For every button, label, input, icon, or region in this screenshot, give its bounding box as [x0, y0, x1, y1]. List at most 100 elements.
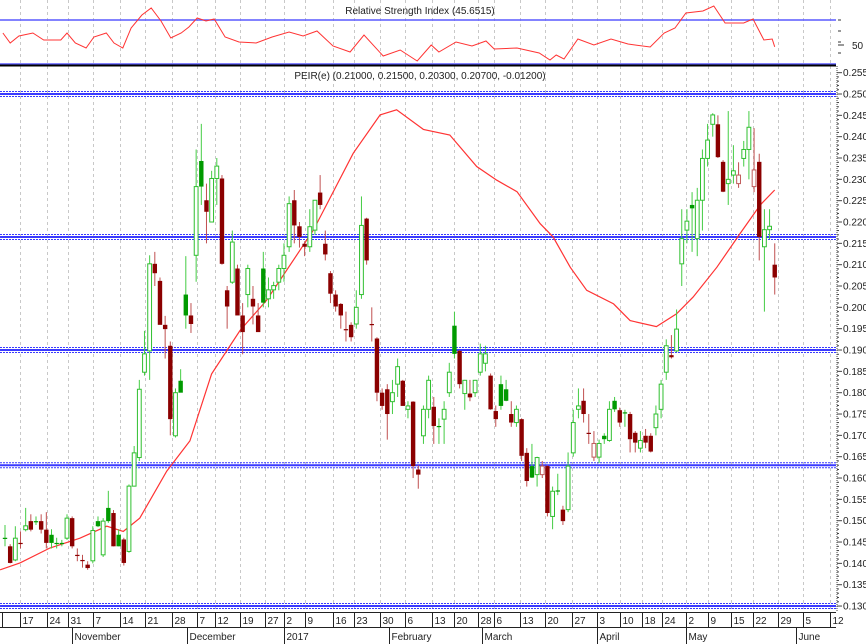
candle-body — [684, 220, 690, 231]
candle-body — [261, 268, 266, 303]
candle — [85, 561, 90, 570]
candle — [472, 379, 478, 397]
candle-body — [297, 226, 302, 237]
date-axis-label: 7 — [200, 616, 206, 627]
candle — [457, 350, 462, 389]
candle-body — [529, 466, 535, 478]
candle — [689, 192, 695, 252]
candle-body — [751, 169, 757, 188]
candle — [261, 251, 266, 308]
candle-body — [534, 457, 540, 476]
candle — [90, 526, 96, 564]
candle — [199, 123, 204, 205]
price-axis-label: 0.200 — [843, 303, 866, 314]
candle — [157, 277, 163, 325]
candle-body — [168, 345, 173, 420]
candle-body — [741, 148, 747, 159]
candle — [545, 465, 550, 517]
candle — [663, 339, 669, 380]
date-axis-label: 23 — [357, 616, 369, 627]
candle — [488, 373, 493, 410]
candle-body — [229, 241, 235, 283]
candle — [59, 539, 65, 547]
candle — [49, 529, 54, 549]
candle — [173, 388, 178, 438]
month-label: March — [485, 632, 513, 643]
date-axis-label: 30 — [383, 616, 395, 627]
candle-body — [323, 243, 328, 255]
candle-body — [483, 353, 488, 364]
candle-body — [633, 432, 638, 443]
candle — [152, 251, 158, 287]
candle — [209, 170, 215, 223]
candle-body — [199, 160, 204, 187]
candle — [369, 307, 374, 342]
candle-body — [106, 507, 111, 522]
candle-body — [663, 345, 669, 373]
candle — [679, 209, 685, 287]
candle — [705, 123, 710, 167]
candle-body — [312, 199, 318, 231]
candle-body — [477, 353, 483, 373]
date-axis-label: 31 — [71, 616, 83, 627]
candle-body — [669, 355, 674, 358]
candle — [617, 407, 622, 427]
candle — [653, 405, 659, 436]
date-axis-label: 14 — [123, 616, 135, 627]
candle-body — [147, 263, 153, 352]
candle-body — [715, 124, 721, 158]
candle — [359, 196, 364, 299]
date-axis-label: 9 — [711, 616, 717, 627]
candle-body — [612, 400, 617, 410]
candle-body — [116, 534, 121, 547]
candle — [106, 490, 111, 523]
candle — [539, 460, 545, 479]
candle — [519, 418, 524, 461]
candle — [28, 514, 34, 532]
candle — [498, 375, 504, 410]
month-label: June — [799, 632, 821, 643]
candle — [126, 484, 132, 553]
candle-body — [514, 408, 519, 424]
candle-body — [193, 186, 199, 256]
candle — [302, 241, 307, 257]
price-axis-label: 0.140 — [843, 559, 866, 570]
date-axis: 17 24 31 7 14 21 28 7 12 19 27 2 9 16 23 30 6 13 20 28 6 13 20… — [0, 612, 844, 644]
candle-body — [343, 329, 349, 331]
price-title: PEIR(e) (0.21000, 0.21500, 0.20300, 0.20… — [294, 71, 545, 82]
candle-body — [503, 389, 509, 401]
date-axis-label: 16 — [336, 616, 348, 627]
candle — [307, 209, 313, 252]
candle-body — [555, 490, 560, 492]
price-axis-label: 0.190 — [843, 346, 866, 357]
candle-body — [602, 435, 607, 440]
candle — [550, 486, 555, 530]
candle-body — [75, 554, 80, 557]
candle — [612, 396, 617, 412]
date-axis-label: 19 — [243, 616, 255, 627]
candle-body — [581, 400, 586, 415]
candle-body — [281, 254, 287, 270]
candle-body — [720, 161, 726, 192]
candle — [700, 149, 705, 231]
price-axis-label: 0.240 — [843, 132, 866, 143]
candle-body — [622, 412, 628, 414]
candle — [183, 256, 189, 329]
candle — [75, 548, 80, 562]
candle — [720, 160, 726, 193]
candle — [312, 199, 318, 235]
candle-body — [509, 414, 514, 423]
candle-body — [565, 465, 571, 511]
candle — [715, 115, 721, 159]
candle-body — [90, 530, 96, 562]
candle — [441, 401, 447, 444]
candle — [694, 187, 700, 257]
candle-body — [431, 406, 436, 426]
price-axis-label: 0.235 — [843, 154, 866, 165]
candle — [633, 431, 638, 453]
candle-body — [545, 466, 550, 514]
price-axis-label: 0.150 — [843, 516, 866, 527]
candle — [405, 401, 411, 419]
price-axis-label: 0.245 — [843, 111, 866, 122]
candle-body — [359, 224, 364, 296]
